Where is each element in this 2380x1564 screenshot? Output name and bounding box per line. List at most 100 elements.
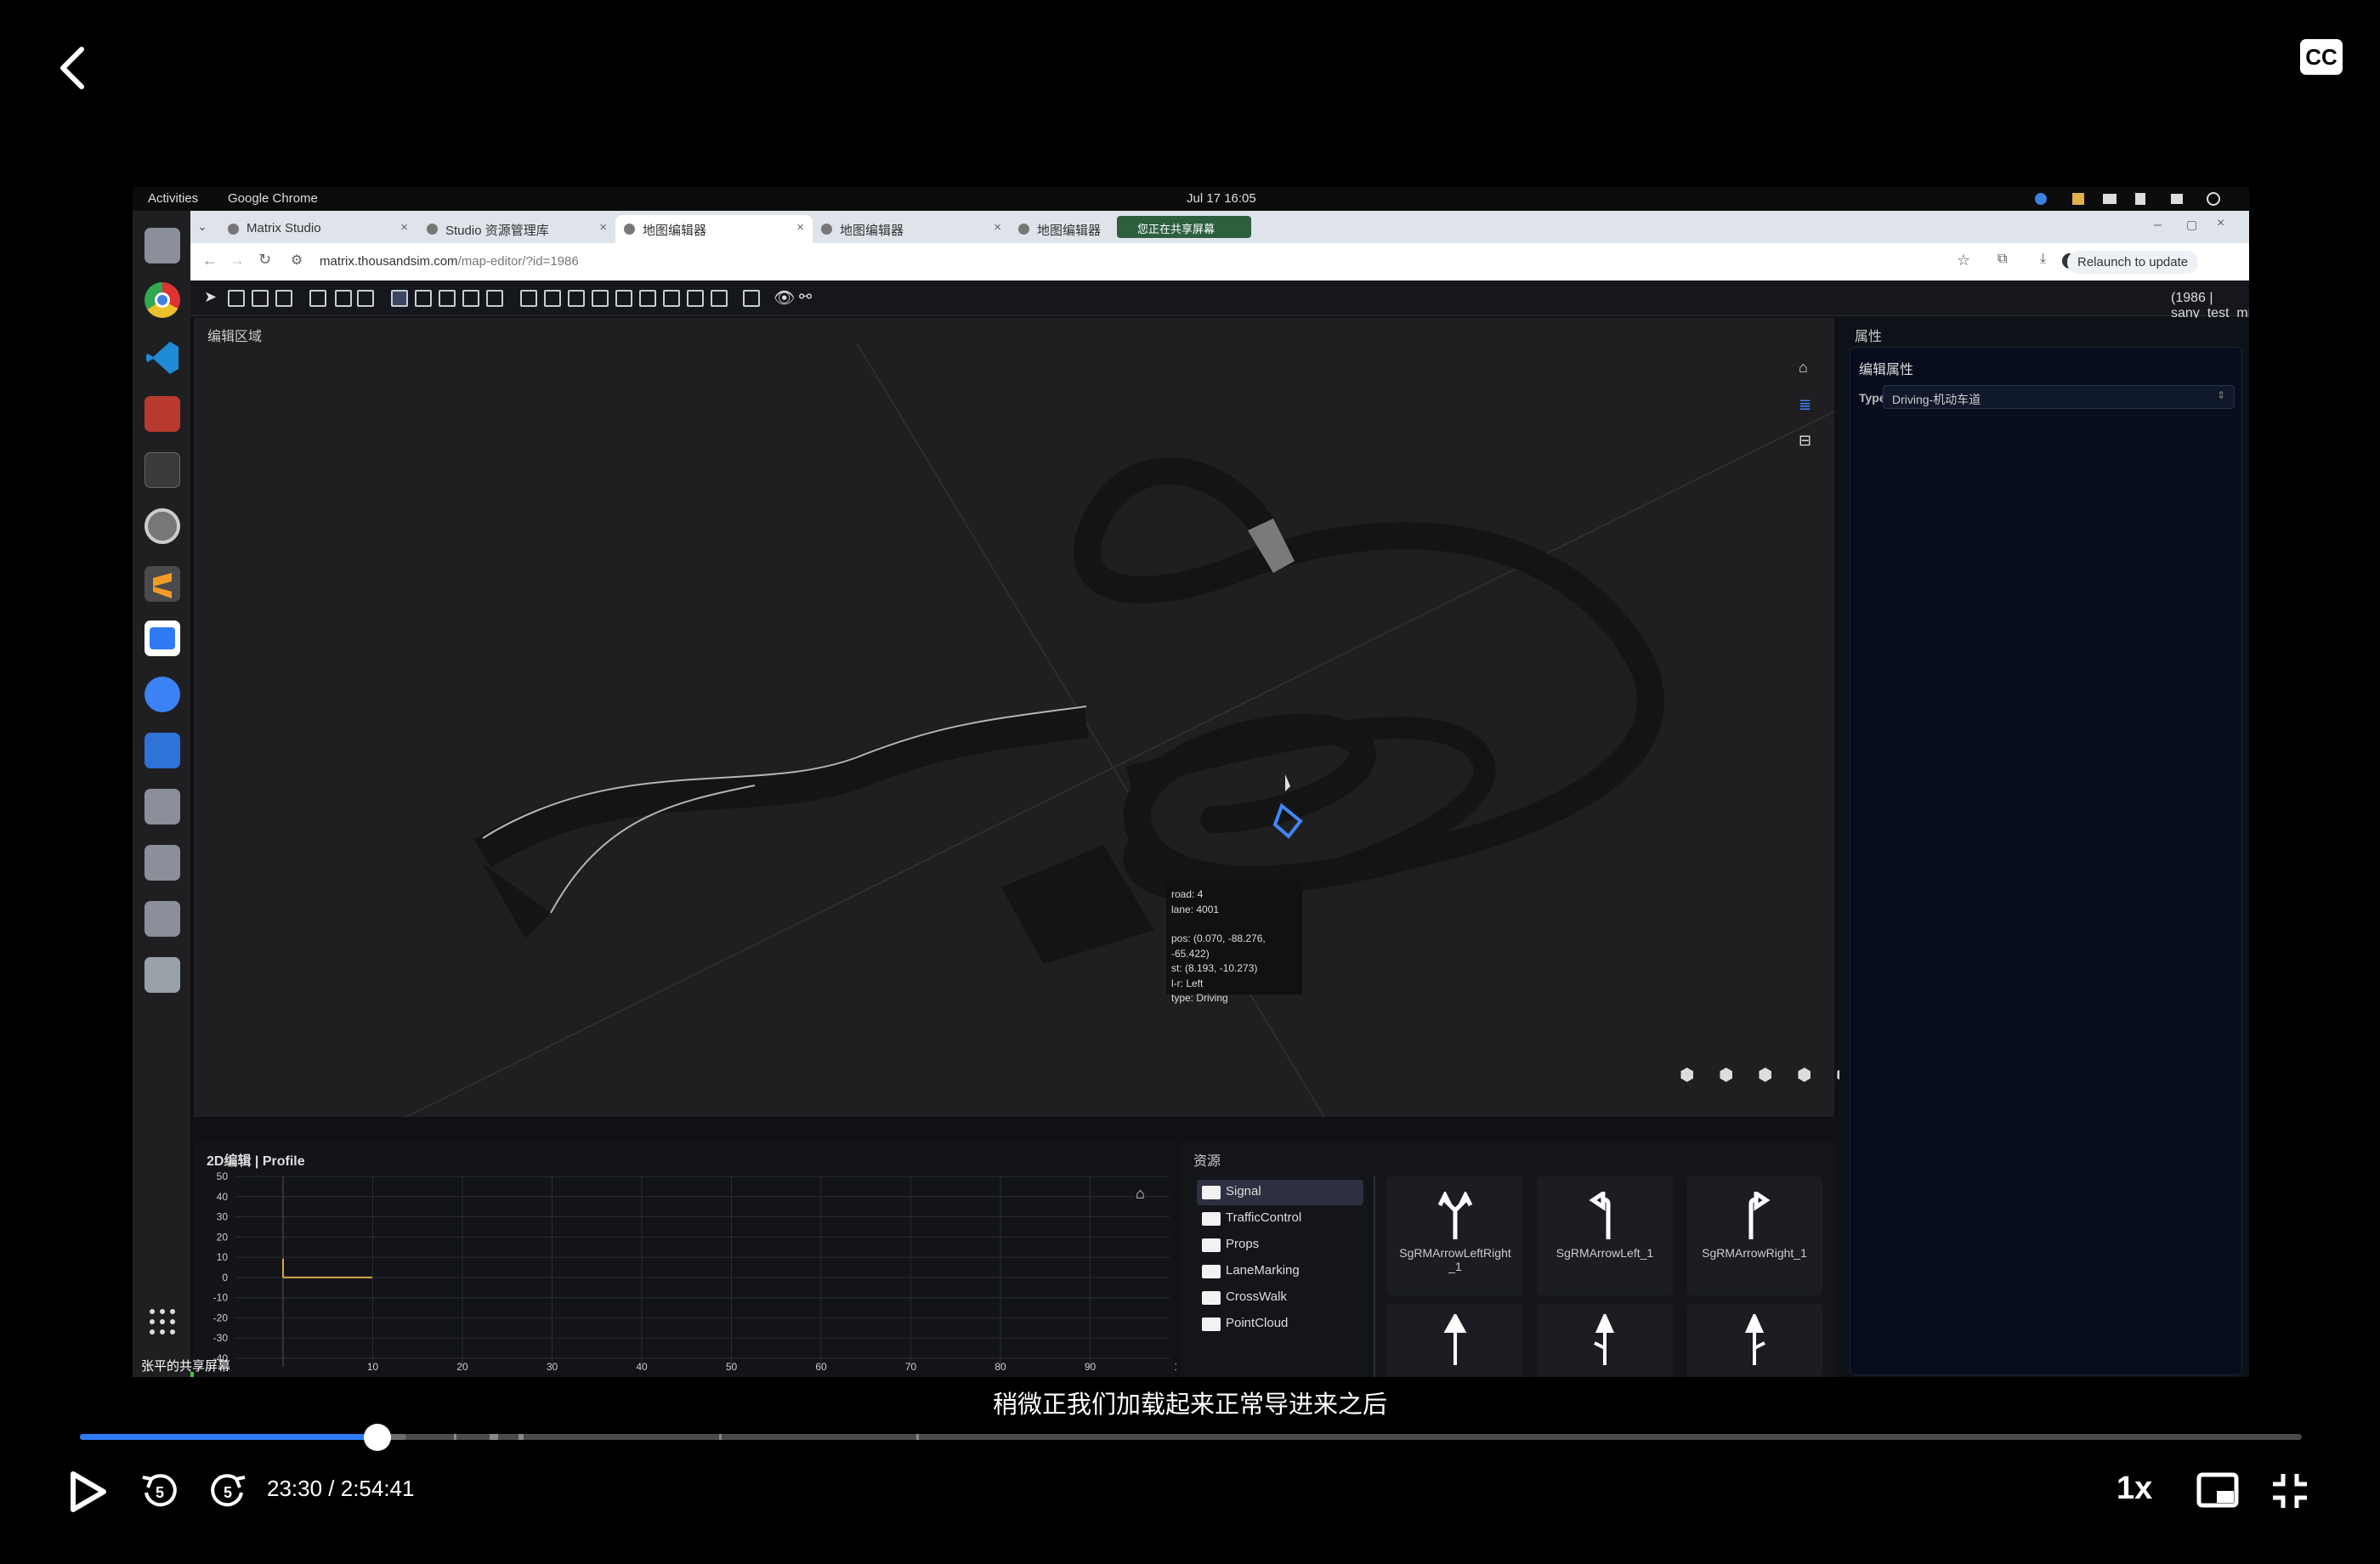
road-tool-icon[interactable] xyxy=(275,290,292,307)
vscode-icon[interactable] xyxy=(144,340,180,376)
rewind-5-button[interactable]: 5 xyxy=(139,1470,180,1511)
folder-point-cloud[interactable]: PointCloud xyxy=(1197,1312,1363,1337)
barrier-tool-icon[interactable] xyxy=(711,290,728,307)
close-tab-icon[interactable]: × xyxy=(994,220,1001,235)
view-cube-icon[interactable]: ⬢ xyxy=(1797,1064,1811,1085)
asset-tile[interactable]: SgRMArrowLeftRight_1 xyxy=(1387,1176,1523,1295)
app-icon[interactable] xyxy=(144,396,180,432)
url-field[interactable]: matrix.thousandsim.com/map-editor/?id=19… xyxy=(320,254,579,269)
captions-button[interactable]: CC xyxy=(2300,39,2343,75)
cone-tool-icon[interactable] xyxy=(592,290,609,307)
play-button[interactable] xyxy=(68,1470,107,1513)
bookmark-star-icon[interactable]: ☆ xyxy=(1957,252,1970,269)
ssd-icon[interactable] xyxy=(144,789,180,824)
chrome-icon[interactable] xyxy=(144,282,180,318)
map-canvas[interactable] xyxy=(194,343,1834,1117)
lane-tool-icon[interactable] xyxy=(486,290,503,307)
picture-in-picture-button[interactable] xyxy=(2196,1472,2239,1510)
asset-tile[interactable]: SgRMArrowRight_1 xyxy=(1686,1176,1822,1295)
sublime-icon[interactable] xyxy=(144,566,180,602)
asset-tile[interactable] xyxy=(1537,1304,1673,1377)
seek-bar[interactable] xyxy=(80,1434,2302,1440)
junction-tool-icon[interactable] xyxy=(309,290,326,307)
notification-icon[interactable] xyxy=(2072,193,2084,205)
folder-crosswalk[interactable]: CrossWalk xyxy=(1197,1285,1363,1311)
object-tool-icon[interactable] xyxy=(568,290,585,307)
reload-icon[interactable]: ↻ xyxy=(258,251,271,269)
edit-area[interactable]: 编辑区域 ⌂ ≣ ⊟ ⬢ ⬢ ⬢ ⬢ ⬢ xyxy=(194,318,1925,1117)
ssd-icon[interactable] xyxy=(144,901,180,937)
close-tab-icon[interactable]: × xyxy=(599,220,607,235)
close-tab-icon[interactable]: × xyxy=(796,220,804,235)
power-icon[interactable] xyxy=(2207,192,2220,206)
sign-tool-icon[interactable] xyxy=(687,290,704,307)
select-tool-icon[interactable]: ➤ xyxy=(204,288,217,306)
folder-props[interactable]: Props xyxy=(1197,1232,1363,1258)
close-window-icon[interactable]: × xyxy=(2217,216,2224,231)
view-cube-icon[interactable]: ⬢ xyxy=(1758,1064,1772,1085)
lane-tool-icon[interactable] xyxy=(391,290,408,307)
clock[interactable]: Jul 17 16:05 xyxy=(1187,191,1256,206)
settings-icon[interactable] xyxy=(144,508,180,544)
eye-icon[interactable]: 👁 xyxy=(774,287,795,309)
type-select[interactable]: Driving-机动车道 ⇕ xyxy=(1883,385,2235,409)
gate-tool-icon[interactable] xyxy=(544,290,561,307)
browser-tab[interactable]: 地图编辑器 xyxy=(1010,215,1117,243)
lane-tool-icon[interactable] xyxy=(439,290,456,307)
extensions-icon[interactable]: ⧉ xyxy=(1998,252,2007,267)
playback-speed-button[interactable]: 1x xyxy=(2116,1470,2152,1507)
apps-grid-icon[interactable] xyxy=(144,1304,180,1340)
signal-tool-icon[interactable] xyxy=(639,290,656,307)
road-tool-icon[interactable] xyxy=(252,290,269,307)
asset-tile[interactable] xyxy=(1686,1304,1822,1377)
signal-tool-icon[interactable] xyxy=(615,290,632,307)
tree-tool-icon[interactable] xyxy=(663,290,680,307)
back-arrow-icon[interactable]: ← xyxy=(202,252,218,269)
link-icon[interactable]: ⚯ xyxy=(799,288,812,306)
active-app-name[interactable]: Google Chrome xyxy=(228,191,318,206)
road-tool-icon[interactable] xyxy=(228,290,245,307)
relaunch-update-button[interactable]: Relaunch to update xyxy=(2067,251,2199,274)
exit-fullscreen-button[interactable] xyxy=(2270,1470,2310,1511)
browser-tab[interactable]: 地图编辑器 × xyxy=(813,215,1010,243)
profile-chart[interactable]: 50403020100-10-20-30-4010 20 30 40 50 60 70 80 9… xyxy=(194,1168,1176,1377)
site-info-icon[interactable]: ⚙ xyxy=(291,252,303,269)
maximize-window-icon[interactable]: ▢ xyxy=(2186,218,2197,232)
view-cube-icon[interactable]: ⬢ xyxy=(1680,1064,1694,1085)
download-icon[interactable]: ⤓ xyxy=(2040,252,2046,267)
recycle-icon[interactable] xyxy=(144,957,180,993)
screen-sharing-badge[interactable]: 您正在共享屏幕 xyxy=(1117,216,1251,238)
view-cube-icon[interactable]: ⬢ xyxy=(1719,1064,1733,1085)
terminal-icon[interactable] xyxy=(144,452,180,488)
minimize-window-icon[interactable]: – xyxy=(2154,218,2162,233)
messenger-icon[interactable] xyxy=(144,677,180,712)
profile-home-icon[interactable]: ⌂ xyxy=(1136,1185,1145,1203)
files-icon[interactable] xyxy=(144,228,180,264)
close-tab-icon[interactable]: × xyxy=(400,220,408,235)
junction-tool-icon[interactable] xyxy=(335,290,352,307)
lane-tool-icon[interactable] xyxy=(462,290,479,307)
network-icon[interactable] xyxy=(2135,193,2145,205)
home-view-icon[interactable]: ⌂ xyxy=(1799,359,1808,377)
curve-tool-icon[interactable] xyxy=(520,290,537,307)
activities-button[interactable]: Activities xyxy=(148,191,198,206)
terrain-tool-icon[interactable] xyxy=(743,290,760,307)
back-button[interactable] xyxy=(53,42,95,94)
folder-signal[interactable]: Signal xyxy=(1197,1180,1363,1205)
browser-tab[interactable]: Matrix Studio × xyxy=(219,215,416,243)
forward-5-button[interactable]: 5 xyxy=(207,1470,248,1511)
forward-arrow-icon[interactable]: → xyxy=(230,252,245,269)
lane-tool-icon[interactable] xyxy=(415,290,432,307)
seek-handle[interactable] xyxy=(364,1424,392,1451)
status-icon[interactable] xyxy=(2035,193,2047,205)
folder-lane-marking[interactable]: LaneMarking xyxy=(1197,1259,1363,1284)
layers-icon[interactable]: ≣ xyxy=(1799,396,1811,414)
tab-search-icon[interactable]: ⌄ xyxy=(197,219,207,234)
browser-tab[interactable]: Studio 资源管理库 × xyxy=(418,215,615,243)
collapse-icon[interactable]: ⊟ xyxy=(1799,432,1811,450)
junction-tool-icon[interactable] xyxy=(357,290,374,307)
screen-share-icon[interactable] xyxy=(2103,194,2116,204)
asset-tile[interactable] xyxy=(1387,1304,1523,1377)
folder-traffic-control[interactable]: TrafficControl xyxy=(1197,1206,1363,1232)
feishu-icon[interactable] xyxy=(144,620,180,656)
